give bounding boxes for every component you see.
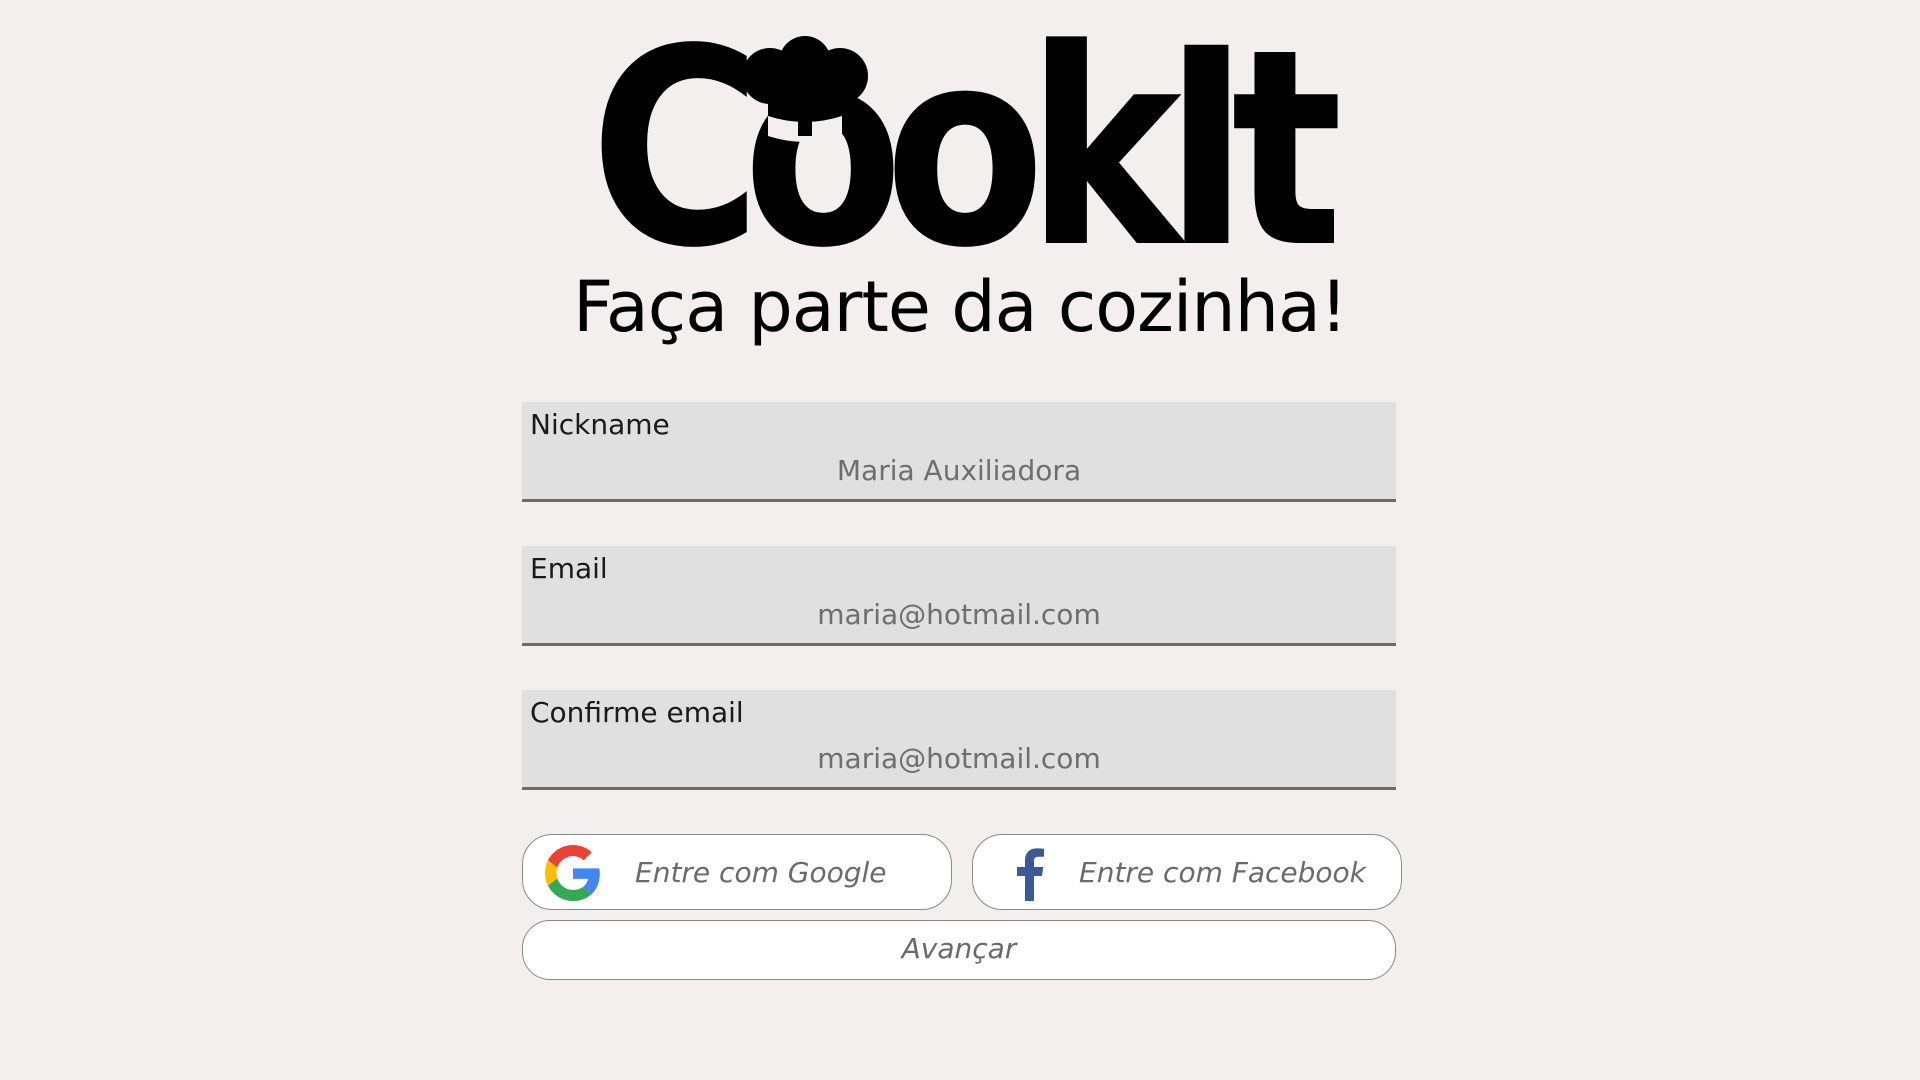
advance-button-label: Avançar <box>901 932 1017 965</box>
nickname-field[interactable]: Nickname <box>522 402 1396 502</box>
cookit-logo: CookIt <box>590 0 1343 308</box>
signup-page: CookIt Faça parte da cozinha! Nickname E… <box>0 0 1920 1080</box>
confirm-email-input[interactable] <box>522 738 1396 778</box>
google-button-label: Entre com Google <box>635 856 887 889</box>
facebook-icon <box>1017 848 1044 901</box>
page-tagline: Faça parte da cozinha! <box>572 266 1348 348</box>
email-label: Email <box>530 552 608 585</box>
email-field[interactable]: Email <box>522 546 1396 646</box>
google-signin-button[interactable]: Entre com Google <box>522 834 952 910</box>
confirm-email-label: Confirme email <box>530 696 744 729</box>
facebook-button-label: Entre com Facebook <box>1079 856 1366 889</box>
email-input[interactable] <box>522 594 1396 634</box>
nickname-input[interactable] <box>522 450 1396 490</box>
advance-button[interactable]: Avançar <box>522 920 1396 980</box>
confirm-email-field[interactable]: Confirme email <box>522 690 1396 790</box>
facebook-signin-button[interactable]: Entre com Facebook <box>972 834 1402 910</box>
chef-hat-icon <box>742 36 868 142</box>
google-icon <box>545 845 600 901</box>
logo-wordmark: CookIt <box>590 0 1343 308</box>
nickname-label: Nickname <box>530 408 670 441</box>
